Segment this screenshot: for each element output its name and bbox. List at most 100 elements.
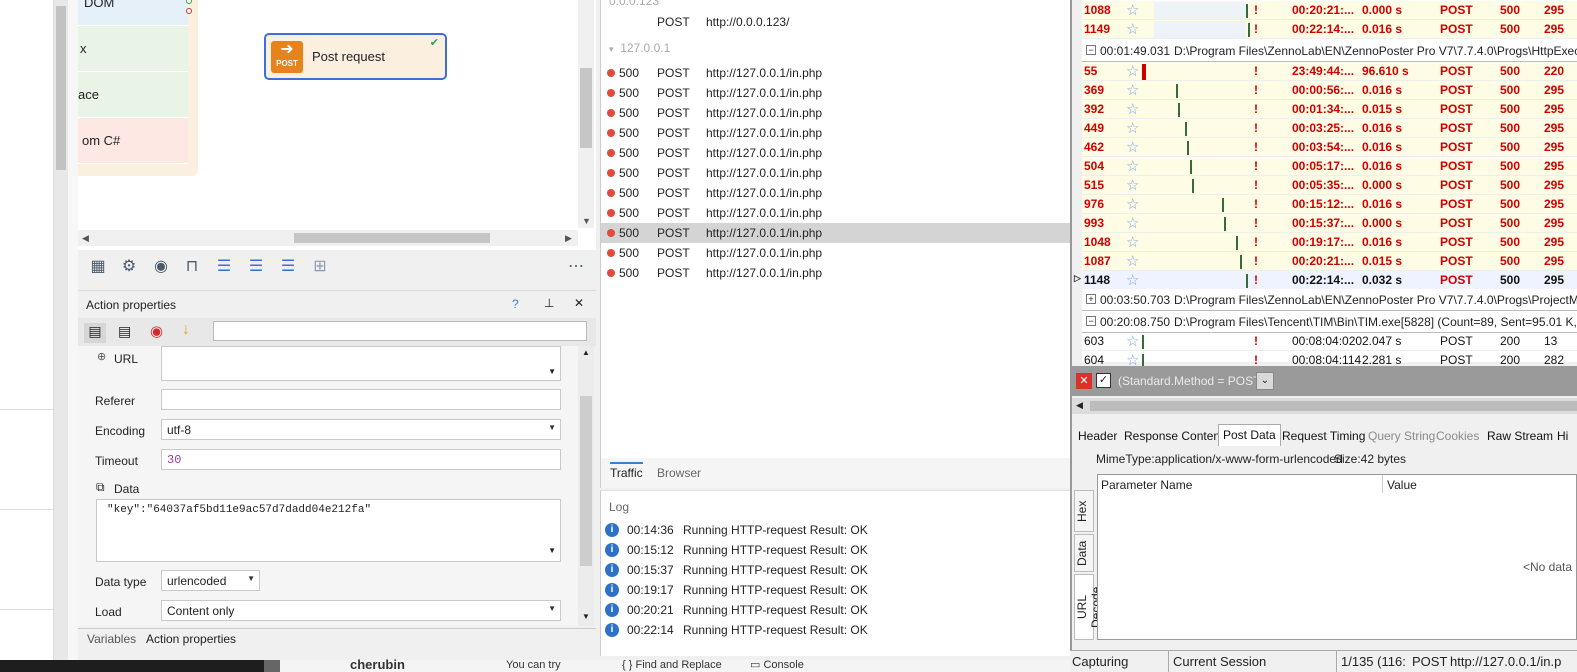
- tab-response-content[interactable]: Response Content: [1120, 426, 1227, 446]
- group-item-ace[interactable]: ace: [78, 72, 188, 118]
- log-row[interactable]: i 00:22:14 Running HTTP-request Result: OK: [601, 620, 1071, 640]
- scroll-down-icon[interactable]: ▼: [582, 216, 591, 226]
- session-row[interactable]: 462 ☆! 00:03:54:... 0.016 s POST 500 295: [1082, 138, 1577, 157]
- session-row[interactable]: 1149 ☆! 00:22:14:... 0.016 s POST 500 295: [1082, 20, 1577, 39]
- gear-icon[interactable]: ⚙: [119, 257, 139, 277]
- process-group[interactable]: −00:20:08.750 D:\Program Files\Tencent\TI…: [1082, 311, 1577, 333]
- output-port-error[interactable]: [186, 8, 192, 14]
- group-item-csharp[interactable]: om C#: [78, 118, 188, 164]
- traffic-row[interactable]: 500 POST http://127.0.0.1/in.php: [601, 263, 1071, 283]
- tab-traffic[interactable]: Traffic: [610, 462, 643, 480]
- traffic-row[interactable]: 500 POST http://127.0.0.1/in.php: [601, 163, 1071, 183]
- record-icon[interactable]: ◉: [150, 322, 163, 340]
- session-row[interactable]: 392 ☆! 00:01:34:... 0.015 s POST 500 295: [1082, 100, 1577, 119]
- filter-checkbox[interactable]: ✓: [1096, 373, 1111, 388]
- output-port-ok[interactable]: [186, 0, 192, 4]
- encoding-select[interactable]: utf-8 ▼: [161, 419, 561, 440]
- canvas-horizontal-scrollbar[interactable]: ◀ ▶: [78, 230, 578, 246]
- close-filter-icon[interactable]: ✕: [1076, 373, 1092, 389]
- session-row[interactable]: 1048 ☆! 00:19:17:... 0.016 s POST 500 295: [1082, 233, 1577, 252]
- traffic-row[interactable]: 500 POST http://127.0.0.1/in.php: [601, 143, 1071, 163]
- doc-list-icon[interactable]: ▤: [84, 323, 106, 343]
- tab-hex[interactable]: Hex: [1074, 490, 1094, 532]
- load-select[interactable]: Content only ▼: [161, 600, 561, 621]
- post-request-node[interactable]: ➜ POST Post request ✔: [264, 33, 447, 80]
- traffic-row-selected[interactable]: 500 POST http://127.0.0.1/in.php: [601, 223, 1071, 243]
- session-row[interactable]: 55 ☆! 23:49:44:... 96.610 s POST 500 220: [1082, 62, 1577, 81]
- scroll-down-icon[interactable]: ▼: [548, 367, 556, 376]
- list-icon-3[interactable]: ☰: [278, 257, 298, 277]
- traffic-row[interactable]: 500 POST http://127.0.0.1/in.php: [601, 103, 1071, 123]
- timeout-field[interactable]: 30: [161, 449, 561, 470]
- tab-query-string[interactable]: Query String: [1364, 426, 1439, 446]
- session-row[interactable]: 504 ☆! 00:05:17:... 0.016 s POST 500 295: [1082, 157, 1577, 176]
- traffic-group-header[interactable]: 0.0.0.123: [609, 0, 659, 8]
- url-field[interactable]: ▼: [161, 346, 561, 381]
- doc-edit-icon[interactable]: ▤: [118, 323, 131, 340]
- properties-scrollbar[interactable]: ▲ ▼: [578, 346, 594, 626]
- help-icon[interactable]: ?: [512, 297, 519, 311]
- properties-search-input[interactable]: [213, 321, 587, 341]
- list-icon-2[interactable]: ☰: [246, 257, 266, 277]
- tab-raw-stream[interactable]: Raw Stream: [1483, 426, 1557, 446]
- lock-icon[interactable]: ⊓: [182, 257, 202, 277]
- arrow-down-icon[interactable]: ↓: [182, 321, 190, 339]
- traffic-group-header[interactable]: ▾ 127.0.0.1: [609, 41, 670, 55]
- session-status[interactable]: Current Session: [1173, 654, 1266, 669]
- tab-variables[interactable]: Variables: [87, 632, 136, 646]
- close-icon[interactable]: ✕: [574, 296, 584, 310]
- session-row[interactable]: 976 ☆! 00:15:12:... 0.016 s POST 500 295: [1082, 195, 1577, 214]
- scroll-left-icon[interactable]: ◀: [82, 233, 89, 244]
- process-group[interactable]: −00:01:49.031 D:\Program Files\ZennoLab\E…: [1082, 40, 1577, 62]
- session-row[interactable]: 449 ☆! 00:03:25:... 0.016 s POST 500 295: [1082, 119, 1577, 138]
- group-item-x[interactable]: x: [78, 26, 188, 72]
- tab-cookies[interactable]: Cookies: [1432, 426, 1483, 446]
- tab-browser[interactable]: Browser: [657, 466, 701, 480]
- tab-url-decode[interactable]: URL Decode: [1074, 574, 1103, 640]
- console-link[interactable]: ▭ Console: [750, 659, 804, 671]
- add-frame-icon[interactable]: ⊞: [310, 257, 330, 277]
- left-scrollbar[interactable]: [54, 0, 68, 660]
- traffic-row[interactable]: 500 POST http://127.0.0.1/in.php: [601, 63, 1071, 83]
- traffic-row[interactable]: 500 POST http://127.0.0.1/in.php: [601, 83, 1071, 103]
- list-icon[interactable]: ☰: [214, 257, 234, 277]
- process-group[interactable]: +00:03:50.703 D:\Program Files\ZennoLab\E…: [1082, 289, 1577, 311]
- canvas-vertical-scrollbar[interactable]: ▼: [578, 0, 594, 228]
- log-row[interactable]: i 00:15:12 Running HTTP-request Result: OK: [601, 540, 1071, 560]
- column-value[interactable]: Value: [1387, 478, 1417, 492]
- traffic-row[interactable]: POST http://0.0.0.123/: [601, 12, 1071, 32]
- session-row[interactable]: 515 ☆! 00:05:35:... 0.000 s POST 500 295: [1082, 176, 1577, 195]
- session-row[interactable]: 993 ☆! 00:15:37:... 0.000 s POST 500 295: [1082, 214, 1577, 233]
- log-row[interactable]: i 00:15:37 Running HTTP-request Result: OK: [601, 560, 1071, 580]
- traffic-row[interactable]: 500 POST http://127.0.0.1/in.php: [601, 183, 1071, 203]
- data-field[interactable]: "key":"64037af5bd11e9ac57d7dadd04e212fa"…: [96, 499, 561, 562]
- grid-icon[interactable]: ▦: [88, 257, 108, 277]
- more-icon[interactable]: ⋯: [566, 257, 586, 277]
- filter-text[interactable]: (Standard.Method = POST): [1118, 374, 1264, 388]
- log-row[interactable]: i 00:20:21 Running HTTP-request Result: OK: [601, 600, 1071, 620]
- session-row[interactable]: 1087 ☆! 00:20:21:... 0.015 s POST 500 295: [1082, 252, 1577, 271]
- chevron-down-icon[interactable]: ⌄: [1256, 372, 1274, 390]
- find-replace-link[interactable]: { } Find and Replace: [622, 659, 722, 671]
- tab-post-data[interactable]: Post Data: [1218, 424, 1281, 446]
- tab-request-timing[interactable]: Request Timing: [1278, 426, 1369, 446]
- log-row[interactable]: i 00:14:36 Running HTTP-request Result: OK: [601, 520, 1071, 540]
- session-row[interactable]: 1088 ☆! 00:20:21:... 0.000 s POST 500 295: [1082, 1, 1577, 20]
- group-item-dom[interactable]: DOM: [78, 0, 188, 26]
- pin-icon[interactable]: ⊥: [544, 296, 554, 310]
- user-icon[interactable]: ◉: [151, 257, 171, 277]
- traffic-row[interactable]: 500 POST http://127.0.0.1/in.php: [601, 203, 1071, 223]
- session-row[interactable]: 603 ☆! 00:08:04:020 2.047 s POST 200 13: [1082, 332, 1577, 351]
- tab-hi[interactable]: Hi: [1553, 426, 1572, 446]
- tab-data[interactable]: Data: [1074, 534, 1094, 572]
- scroll-down-icon[interactable]: ▼: [548, 546, 556, 555]
- traffic-row[interactable]: 500 POST http://127.0.0.1/in.php: [601, 123, 1071, 143]
- referer-field[interactable]: [161, 389, 561, 410]
- log-row[interactable]: i 00:19:17 Running HTTP-request Result: OK: [601, 580, 1071, 600]
- tab-action-properties[interactable]: Action properties: [146, 632, 236, 646]
- scroll-right-icon[interactable]: ▶: [565, 233, 572, 244]
- column-parameter-name[interactable]: Parameter Name: [1101, 478, 1192, 492]
- tab-header[interactable]: Header: [1074, 426, 1121, 446]
- data-type-select[interactable]: urlencoded ▼: [161, 570, 260, 591]
- capturing-status[interactable]: Capturing: [1072, 654, 1128, 669]
